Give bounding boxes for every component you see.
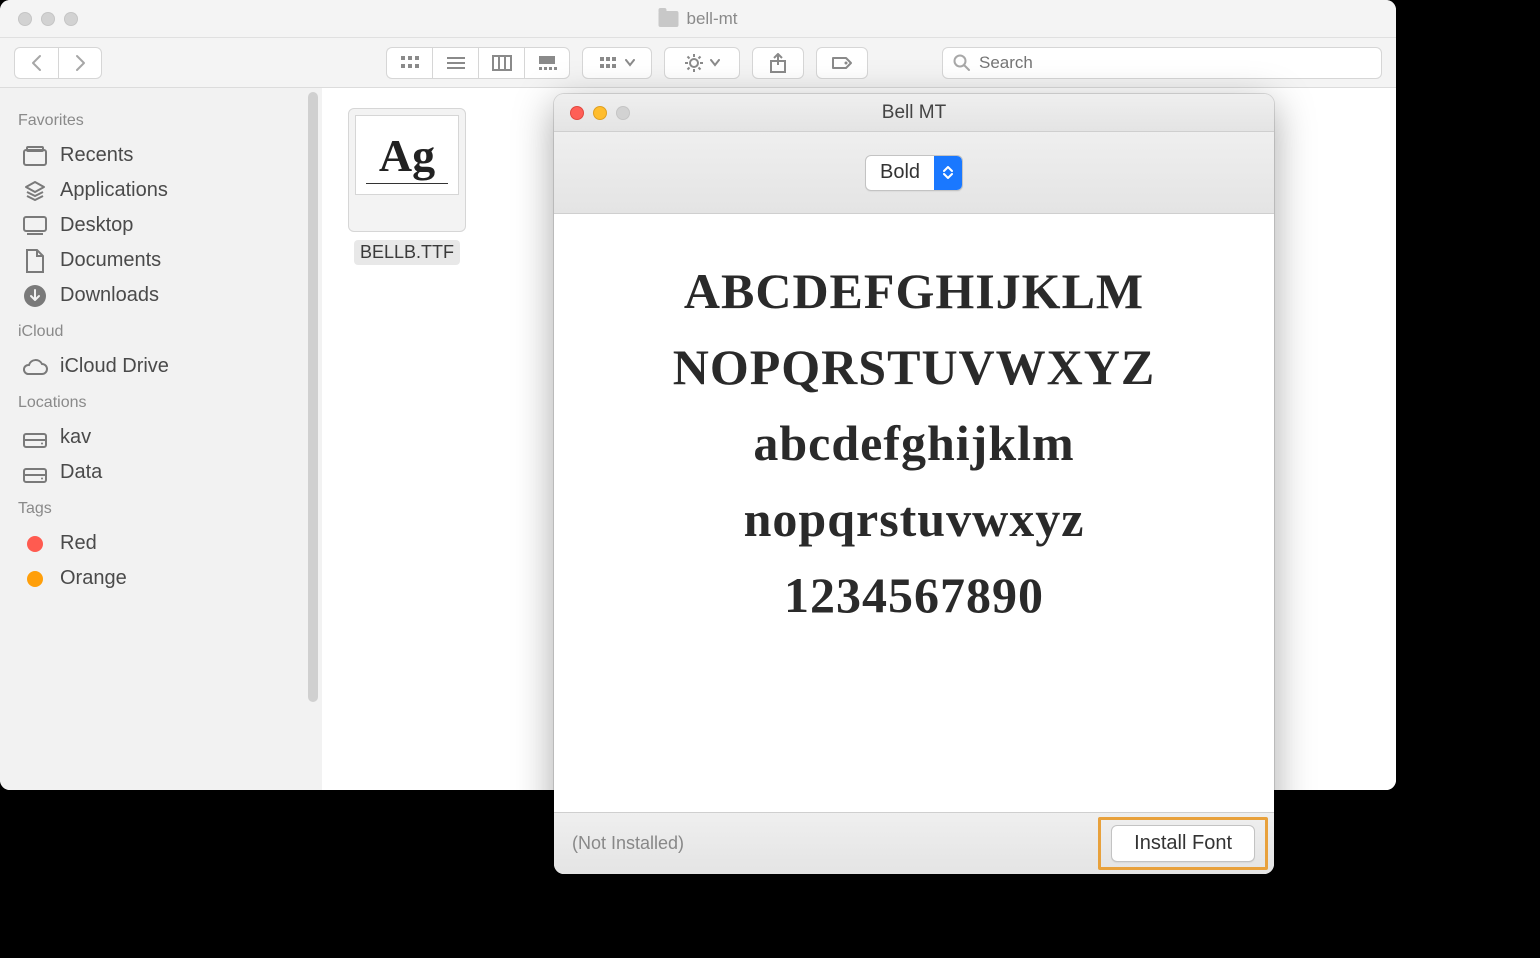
share-button[interactable] bbox=[752, 47, 804, 79]
font-preview-window: Bell MT Bold ABCDEFGHIJKLM NOPQRSTUVWXYZ… bbox=[554, 94, 1274, 874]
sample-line: 1234567890 bbox=[594, 566, 1234, 624]
view-segment bbox=[386, 47, 570, 79]
forward-button[interactable] bbox=[58, 47, 102, 79]
column-view-button[interactable] bbox=[478, 47, 524, 79]
finder-titlebar: bell-mt bbox=[0, 0, 1396, 38]
finder-toolbar bbox=[0, 38, 1396, 88]
preview-footer: (Not Installed) Install Font bbox=[554, 812, 1274, 874]
back-button[interactable] bbox=[14, 47, 58, 79]
traffic-lights bbox=[0, 12, 78, 26]
search-icon bbox=[953, 54, 971, 72]
sidebar-item-label: iCloud Drive bbox=[60, 355, 169, 378]
sample-line: abcdefghijklm bbox=[594, 414, 1234, 472]
preview-toolbar: Bold bbox=[554, 132, 1274, 214]
sidebar-item-label: Orange bbox=[60, 567, 127, 590]
nav-segment bbox=[14, 47, 102, 79]
recents-icon bbox=[22, 145, 48, 167]
sidebar-item-label: Desktop bbox=[60, 214, 133, 237]
sample-line: nopqrstuvwxyz bbox=[594, 490, 1234, 548]
font-style-select[interactable]: Bold bbox=[865, 155, 963, 191]
list-view-button[interactable] bbox=[432, 47, 478, 79]
sidebar-item-label: Documents bbox=[60, 249, 161, 272]
minimize-icon[interactable] bbox=[593, 106, 607, 120]
font-preview-glyph: Ag bbox=[379, 129, 435, 182]
sidebar-item-tag-red[interactable]: Red bbox=[16, 526, 312, 561]
scrollbar-thumb[interactable] bbox=[308, 92, 318, 702]
sidebar-item-label: Downloads bbox=[60, 284, 159, 307]
tag-red-icon bbox=[22, 533, 48, 555]
install-font-button[interactable]: Install Font bbox=[1111, 825, 1255, 862]
file-item[interactable]: Ag BELLB.TTF bbox=[342, 108, 472, 265]
sidebar-item-label: Data bbox=[60, 461, 102, 484]
zoom-icon[interactable] bbox=[616, 106, 630, 120]
sidebar-item-tag-orange[interactable]: Orange bbox=[16, 561, 312, 596]
install-status: (Not Installed) bbox=[572, 833, 684, 854]
sidebar-item-label: Red bbox=[60, 532, 97, 555]
disk-icon bbox=[22, 427, 48, 449]
icloud-icon bbox=[22, 356, 48, 378]
sidebar: Favorites Recents Applications Desktop D… bbox=[0, 88, 322, 790]
group-button[interactable] bbox=[582, 47, 652, 79]
close-icon[interactable] bbox=[570, 106, 584, 120]
chevron-updown-icon bbox=[934, 156, 962, 190]
sample-line: NOPQRSTUVWXYZ bbox=[594, 338, 1234, 396]
finder-title-text: bell-mt bbox=[686, 9, 737, 29]
tag-orange-icon bbox=[22, 568, 48, 590]
zoom-icon[interactable] bbox=[64, 12, 78, 26]
sidebar-heading-locations: Locations bbox=[18, 394, 312, 412]
documents-icon bbox=[22, 250, 48, 272]
install-highlight: Install Font bbox=[1098, 817, 1268, 870]
minimize-icon[interactable] bbox=[41, 12, 55, 26]
close-icon[interactable] bbox=[18, 12, 32, 26]
desktop-icon bbox=[22, 215, 48, 237]
sidebar-item-applications[interactable]: Applications bbox=[16, 173, 312, 208]
search-field[interactable] bbox=[942, 47, 1382, 79]
disk-icon bbox=[22, 462, 48, 484]
sample-line: ABCDEFGHIJKLM bbox=[594, 262, 1234, 320]
traffic-lights bbox=[554, 106, 630, 120]
sidebar-item-downloads[interactable]: Downloads bbox=[16, 278, 312, 313]
preview-titlebar: Bell MT bbox=[554, 94, 1274, 132]
sidebar-heading-tags: Tags bbox=[18, 500, 312, 518]
finder-title: bell-mt bbox=[658, 9, 737, 29]
icon-view-button[interactable] bbox=[386, 47, 432, 79]
font-style-label: Bold bbox=[866, 161, 934, 184]
sidebar-item-disk-data[interactable]: Data bbox=[16, 455, 312, 490]
preview-body: ABCDEFGHIJKLM NOPQRSTUVWXYZ abcdefghijkl… bbox=[554, 214, 1274, 812]
downloads-icon bbox=[22, 285, 48, 307]
search-input[interactable] bbox=[979, 53, 1371, 73]
sidebar-item-documents[interactable]: Documents bbox=[16, 243, 312, 278]
tags-button[interactable] bbox=[816, 47, 868, 79]
sidebar-item-icloud-drive[interactable]: iCloud Drive bbox=[16, 349, 312, 384]
sidebar-item-disk-kav[interactable]: kav bbox=[16, 420, 312, 455]
action-button[interactable] bbox=[664, 47, 740, 79]
file-label: BELLB.TTF bbox=[354, 240, 460, 265]
sidebar-item-desktop[interactable]: Desktop bbox=[16, 208, 312, 243]
sidebar-item-label: kav bbox=[60, 426, 91, 449]
sidebar-heading-icloud: iCloud bbox=[18, 323, 312, 341]
preview-title: Bell MT bbox=[882, 102, 946, 124]
sidebar-heading-favorites: Favorites bbox=[18, 112, 312, 130]
sidebar-item-label: Applications bbox=[60, 179, 168, 202]
file-thumbnail: Ag bbox=[348, 108, 466, 232]
applications-icon bbox=[22, 180, 48, 202]
sidebar-item-recents[interactable]: Recents bbox=[16, 138, 312, 173]
sidebar-item-label: Recents bbox=[60, 144, 133, 167]
folder-icon bbox=[658, 11, 678, 27]
gallery-view-button[interactable] bbox=[524, 47, 570, 79]
